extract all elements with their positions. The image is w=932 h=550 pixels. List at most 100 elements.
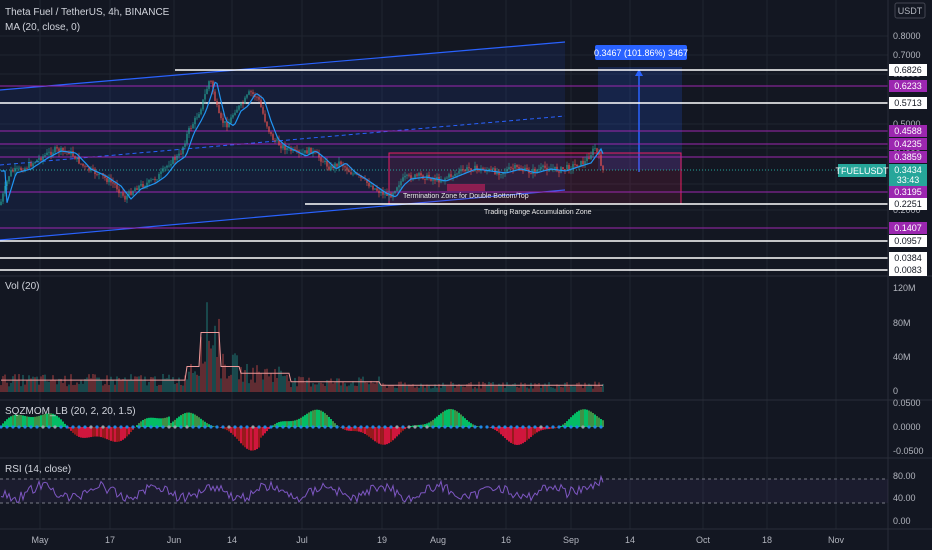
sqz-bar <box>124 427 126 439</box>
candle-body <box>574 164 576 165</box>
volume-legend[interactable]: Vol (20) <box>5 281 39 292</box>
sqz-dot <box>167 425 171 429</box>
candle-body <box>230 117 232 124</box>
sqz-dot <box>521 425 525 429</box>
sqz-dot <box>155 425 159 429</box>
volume-bar <box>68 384 70 392</box>
volume-bar <box>368 384 370 392</box>
symbol-title[interactable]: Theta Fuel / TetherUS, 4h, BINANCE <box>5 7 170 18</box>
candle-body <box>48 151 50 153</box>
sqz-bar <box>112 427 114 442</box>
candle-body <box>166 165 168 168</box>
volume-bar <box>160 384 162 392</box>
volume-bar <box>478 381 480 392</box>
volume-bar <box>120 380 122 392</box>
volume-bar <box>252 367 254 392</box>
time-tick-label: Oct <box>696 535 711 545</box>
volume-bar <box>242 381 244 392</box>
sqz-bar <box>292 420 294 427</box>
candle-body <box>348 170 350 173</box>
sqz-bar <box>88 427 90 438</box>
price-tag-label: 0.0384 <box>894 253 922 263</box>
sqz-bar <box>522 427 524 444</box>
sqz-dot <box>251 425 255 429</box>
sqz-dot <box>473 425 477 429</box>
volume-bar <box>390 384 392 392</box>
candle-body <box>270 131 272 135</box>
volume-bar <box>100 380 102 392</box>
candle-body <box>262 107 264 114</box>
sqz-bar <box>384 427 386 445</box>
candle-body <box>582 160 584 165</box>
sqz-bar <box>130 427 132 433</box>
volume-bar <box>144 376 146 392</box>
candle-body <box>510 167 512 169</box>
volume-bar <box>214 325 216 392</box>
volume-bar <box>558 385 560 392</box>
sqz-dot <box>65 425 69 429</box>
sqz-dot <box>581 425 585 429</box>
volume-bar <box>232 354 234 392</box>
candle-body <box>56 147 58 149</box>
volume-bar <box>88 374 90 392</box>
volume-bar <box>444 385 446 392</box>
ma-legend[interactable]: MA (20, close, 0) <box>5 22 80 33</box>
candle-body <box>466 167 468 171</box>
sqz-dot <box>53 425 57 429</box>
candle-body <box>402 177 404 182</box>
candle-body <box>220 113 222 119</box>
sqz-dot <box>515 425 519 429</box>
trading-chart[interactable]: 0.3467 (101.86%) 3467 Termination Zone f… <box>0 0 932 550</box>
volume-bar <box>456 385 458 392</box>
price-tag-label: 0.0957 <box>894 236 922 246</box>
sqz-bar <box>278 422 280 427</box>
candle-body <box>590 155 592 159</box>
volume-bar <box>28 375 30 392</box>
termination-zone-box[interactable] <box>447 184 485 191</box>
volume-bar <box>596 385 598 392</box>
candle-body <box>564 169 566 170</box>
volume-bar <box>450 381 452 392</box>
candle-body <box>46 152 48 156</box>
candle-body <box>282 144 284 149</box>
sqz-bar <box>122 427 124 440</box>
sqz-bar <box>398 427 400 435</box>
volume-bar <box>190 363 192 392</box>
sqz-bar <box>86 427 88 438</box>
volume-bar <box>48 381 50 392</box>
candle-body <box>280 145 282 149</box>
candle-body <box>252 92 254 95</box>
volume-bar <box>350 383 352 392</box>
candle-body <box>328 166 330 170</box>
sqz-bar <box>148 417 150 427</box>
sqzmom-legend[interactable]: SQZMOM_LB (20, 2, 20, 1.5) <box>5 406 136 417</box>
sqz-dot <box>443 425 447 429</box>
volume-bar <box>6 382 8 392</box>
candle-body <box>114 183 116 185</box>
volume-bar <box>562 387 564 392</box>
volume-bar <box>172 377 174 392</box>
sqz-bar <box>188 412 190 427</box>
volume-bar <box>154 376 156 392</box>
rsi-legend[interactable]: RSI (14, close) <box>5 464 71 475</box>
candle-body <box>168 165 170 167</box>
sqz-bar <box>184 413 186 427</box>
volume-bar <box>94 374 96 392</box>
sqz-axis[interactable]: 0.0500 0.0000 -0.0500 <box>893 398 924 456</box>
candle-body <box>108 178 110 183</box>
volume-bar <box>572 386 574 392</box>
rsi-tick-label: 40.00 <box>893 493 916 503</box>
time-tick-label: Aug <box>430 535 446 545</box>
sqz-bar <box>586 409 588 427</box>
volume-bar <box>8 386 10 392</box>
volume-bar <box>474 386 476 392</box>
sqz-dot <box>137 425 141 429</box>
sqz-dot <box>113 425 117 429</box>
volume-bar <box>140 375 142 392</box>
candle-body <box>398 185 400 188</box>
volume-bar <box>358 377 360 392</box>
candle-body <box>448 174 450 178</box>
volume-bar <box>400 381 402 392</box>
price-tag-label: 0.3195 <box>894 187 922 197</box>
candle-body <box>400 181 402 186</box>
